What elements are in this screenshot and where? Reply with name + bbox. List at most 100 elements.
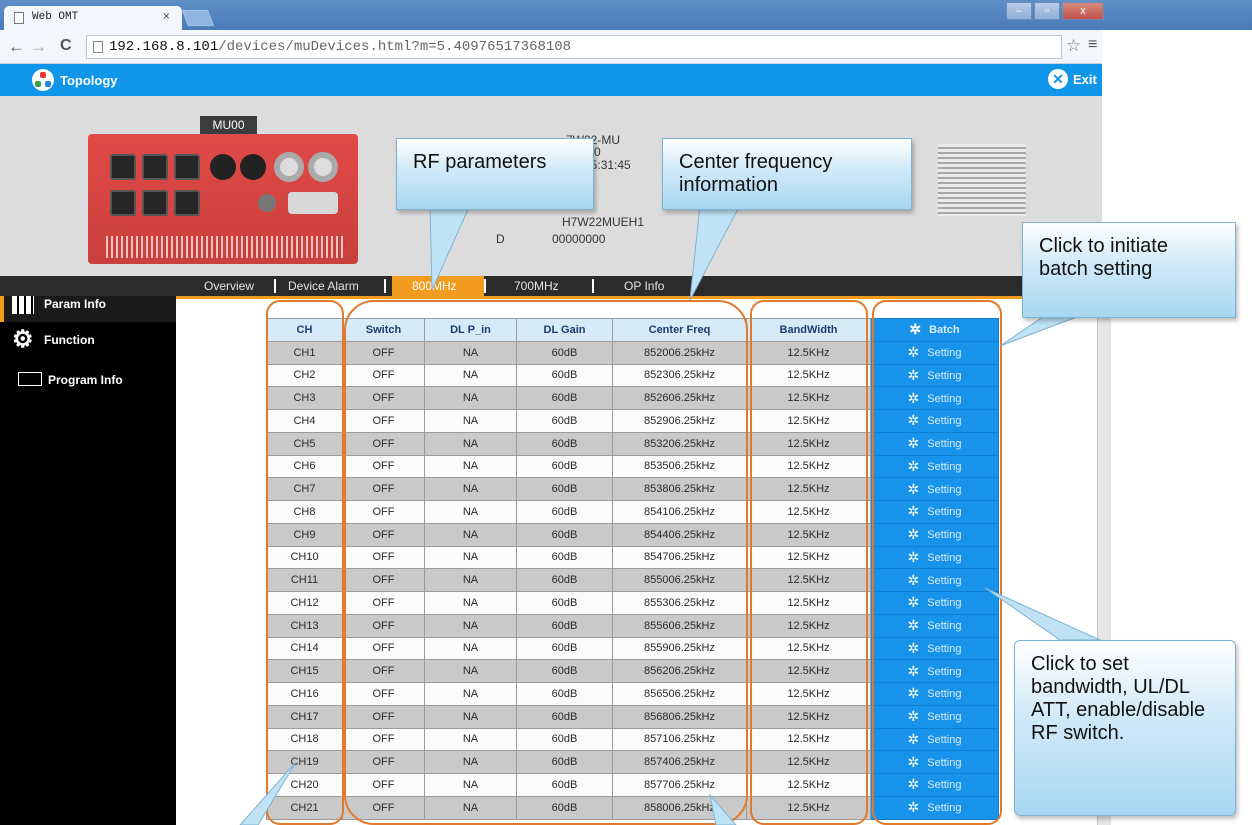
- url-host: 192.168.8.101: [109, 39, 219, 55]
- minimize-button[interactable]: –: [1006, 2, 1032, 20]
- cell-switch: OFF: [342, 591, 425, 615]
- setting-button[interactable]: ✲ Setting: [870, 431, 999, 456]
- browser-tab[interactable]: Web OMT ×: [4, 6, 182, 30]
- setting-button[interactable]: ✲ Setting: [870, 659, 999, 683]
- device-image[interactable]: [88, 134, 358, 264]
- cell-dl-gain: 60dB: [516, 409, 613, 433]
- table-row: CH8 OFF NA 60dB 854106.25kHz 12.5KHz ✲ Setting: [266, 500, 999, 524]
- setting-button[interactable]: ✲ Setting: [870, 340, 999, 365]
- sidebar-item-label: Param Info: [44, 297, 107, 311]
- cell-dl-gain: 60dB: [516, 704, 613, 729]
- cell-switch: OFF: [342, 750, 425, 774]
- setting-label: Setting: [927, 438, 962, 451]
- cell-switch: OFF: [342, 727, 425, 752]
- setting-button[interactable]: ✲ Setting: [870, 477, 999, 501]
- cell-switch: OFF: [342, 704, 425, 729]
- browser-menu-icon[interactable]: ≡: [1088, 36, 1097, 54]
- cell-center-freq: 853206.25kHz: [612, 431, 747, 456]
- table-row: CH13 OFF NA 60dB 855606.25kHz 12.5KHz ✲ Setting: [266, 613, 999, 638]
- table-row: CH18 OFF NA 60dB 857106.25kHz 12.5KHz ✲ Setting: [266, 727, 999, 752]
- cell-center-freq: 856806.25kHz: [612, 704, 747, 729]
- maximize-button[interactable]: ▫: [1034, 2, 1060, 20]
- forward-button[interactable]: →: [30, 37, 47, 57]
- cell-bandwidth: 12.5KHz: [746, 431, 871, 456]
- cell-center-freq: 852906.25kHz: [612, 409, 747, 433]
- page-icon: [93, 41, 103, 53]
- setting-label: Setting: [927, 756, 962, 769]
- port-icon: [142, 190, 168, 216]
- topology-button[interactable]: Topology: [32, 69, 118, 91]
- cell-dl-p-in: NA: [424, 363, 517, 388]
- setting-button[interactable]: ✲ Setting: [870, 636, 999, 661]
- callout-center-frequency: Center frequency information: [662, 138, 912, 210]
- setting-button[interactable]: ✲ Setting: [870, 773, 999, 797]
- setting-button[interactable]: ✲ Setting: [870, 591, 999, 615]
- connector-icon: [240, 154, 266, 180]
- tab-op-info[interactable]: OP Info: [624, 279, 664, 293]
- setting-button[interactable]: ✲ Setting: [870, 795, 999, 820]
- cell-switch: OFF: [342, 431, 425, 456]
- back-button[interactable]: ←: [8, 37, 25, 57]
- setting-button[interactable]: ✲ Setting: [870, 727, 999, 752]
- setting-button[interactable]: ✲ Setting: [870, 409, 999, 433]
- cell-bandwidth: 12.5KHz: [746, 454, 871, 479]
- cell-center-freq: 856206.25kHz: [612, 659, 747, 683]
- cell-ch: CH13: [266, 613, 343, 638]
- setting-label: Setting: [927, 597, 962, 610]
- setting-button[interactable]: ✲ Setting: [870, 682, 999, 706]
- bookmark-star-icon[interactable]: ☆: [1066, 36, 1081, 56]
- setting-label: Setting: [927, 733, 962, 746]
- table-row: CH10 OFF NA 60dB 854706.25kHz 12.5KHz ✲ Setting: [266, 545, 999, 570]
- setting-button[interactable]: ✲ Setting: [870, 750, 999, 774]
- column-header-dl-gain: DL Gain: [516, 318, 613, 342]
- gear-icon: ✲: [907, 435, 920, 452]
- cell-bandwidth: 12.5KHz: [746, 591, 871, 615]
- tab-overview[interactable]: Overview: [204, 279, 254, 293]
- batch-button[interactable]: ✲ Batch: [870, 318, 999, 342]
- cell-ch: CH12: [266, 591, 343, 615]
- new-tab-button[interactable]: [182, 10, 214, 26]
- setting-button[interactable]: ✲ Setting: [870, 522, 999, 547]
- setting-button[interactable]: ✲ Setting: [870, 386, 999, 410]
- tab-device-alarm[interactable]: Device Alarm: [288, 279, 359, 293]
- setting-label: Setting: [927, 369, 962, 382]
- cell-ch: CH10: [266, 545, 343, 570]
- reload-button[interactable]: C: [60, 37, 72, 55]
- cell-dl-p-in: NA: [424, 386, 517, 410]
- setting-button[interactable]: ✲ Setting: [870, 568, 999, 592]
- cell-dl-p-in: NA: [424, 522, 517, 547]
- setting-label: Setting: [927, 665, 962, 678]
- tab-700mhz[interactable]: 700MHz: [514, 279, 559, 293]
- cell-dl-gain: 60dB: [516, 636, 613, 661]
- setting-label: Setting: [927, 460, 962, 473]
- cell-dl-gain: 60dB: [516, 477, 613, 501]
- cell-center-freq: 855006.25kHz: [612, 568, 747, 592]
- tab-800mhz[interactable]: 800MHz: [412, 279, 457, 293]
- cell-switch: OFF: [342, 613, 425, 638]
- sidebar-item-program-info[interactable]: Program Info: [0, 362, 176, 398]
- sidebar: Param Info ⚙ Function Program Info: [0, 276, 176, 825]
- sidebar-item-function[interactable]: ⚙ Function: [0, 322, 176, 358]
- cell-bandwidth: 12.5KHz: [746, 500, 871, 524]
- url-field[interactable]: 192.168.8.101/devices/muDevices.html?m=5…: [86, 35, 1062, 59]
- gear-icon: ✲: [907, 412, 920, 429]
- fiber-port-icon: [288, 192, 338, 214]
- cell-ch: CH2: [266, 363, 343, 388]
- setting-button[interactable]: ✲ Setting: [870, 363, 999, 388]
- gear-icon: ✲: [907, 503, 920, 520]
- setting-button[interactable]: ✲ Setting: [870, 704, 999, 729]
- setting-button[interactable]: ✲ Setting: [870, 613, 999, 638]
- app-header: Topology ✕ Exit: [0, 64, 1102, 96]
- setting-button[interactable]: ✲ Setting: [870, 545, 999, 570]
- tab-close-icon[interactable]: ×: [163, 10, 170, 24]
- exit-button[interactable]: ✕ Exit: [1048, 69, 1097, 89]
- cell-bandwidth: 12.5KHz: [746, 522, 871, 547]
- gear-icon: ✲: [907, 730, 920, 747]
- cell-bandwidth: 12.5KHz: [746, 659, 871, 683]
- setting-button[interactable]: ✲ Setting: [870, 500, 999, 524]
- table-row: CH1 OFF NA 60dB 852006.25kHz 12.5KHz ✲ Setting: [266, 340, 999, 365]
- close-window-button[interactable]: x: [1062, 2, 1104, 20]
- setting-button[interactable]: ✲ Setting: [870, 454, 999, 479]
- setting-label: Setting: [927, 551, 962, 564]
- cell-switch: OFF: [342, 568, 425, 592]
